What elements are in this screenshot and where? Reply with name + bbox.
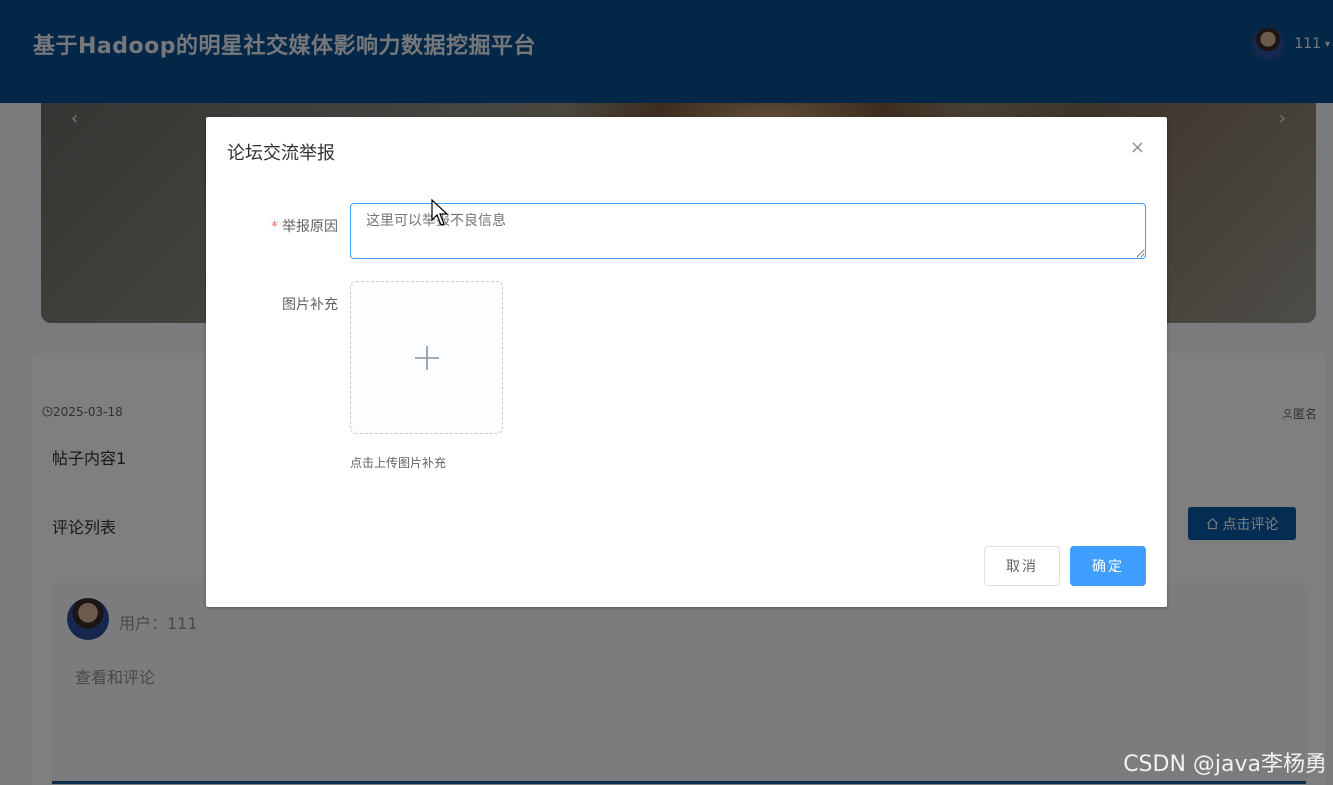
upload-tip: 点击上传图片补充: [350, 456, 447, 470]
close-icon[interactable]: ×: [1130, 137, 1145, 158]
reason-textarea[interactable]: [350, 203, 1146, 259]
confirm-button[interactable]: 确定: [1070, 546, 1146, 586]
plus-icon: [414, 345, 439, 370]
dialog-title: 论坛交流举报: [227, 143, 335, 164]
reason-label-text: 举报原因: [282, 219, 338, 235]
watermark: CSDN @java李杨勇: [1123, 752, 1327, 777]
cancel-button[interactable]: 取消: [984, 546, 1060, 586]
required-mark: *: [271, 219, 278, 235]
mouse-cursor-icon: [431, 199, 449, 226]
image-upload-box[interactable]: [350, 281, 503, 434]
image-label: 图片补充: [282, 297, 338, 313]
report-dialog: 论坛交流举报 × *举报原因 图片补充 点击上传图片补充 取消 确定: [206, 117, 1167, 607]
reason-label: * 举报原因: [206, 216, 338, 236]
